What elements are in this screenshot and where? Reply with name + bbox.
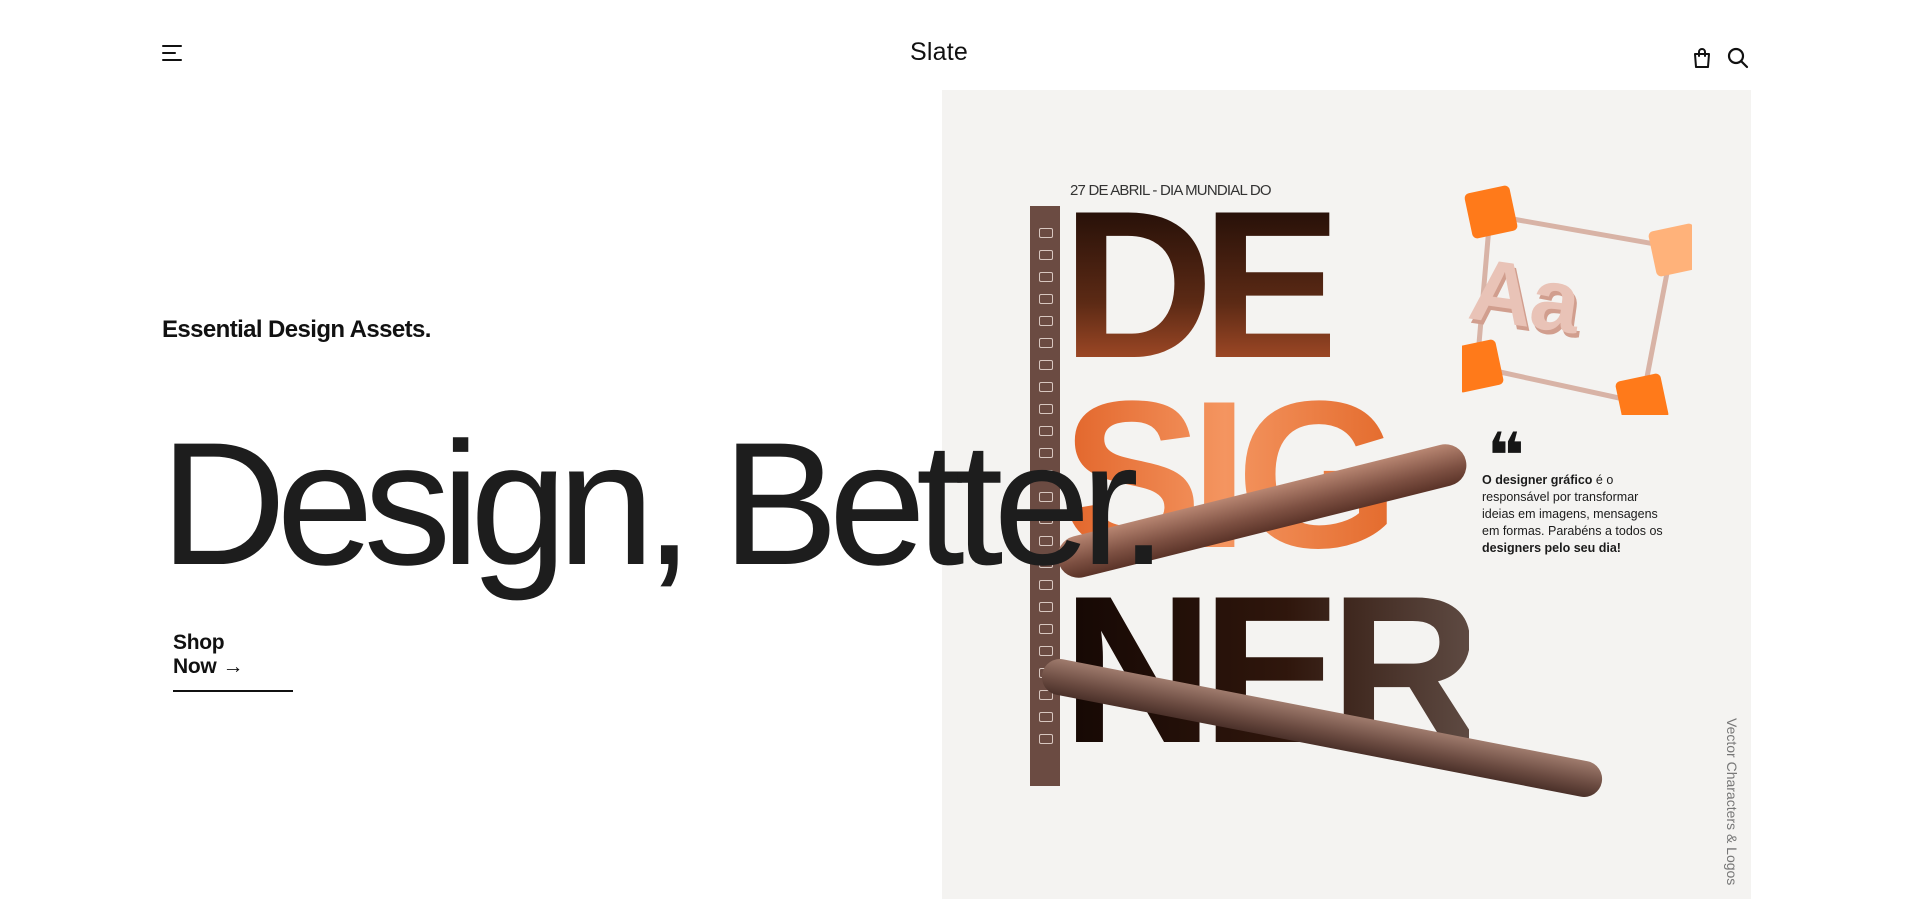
- arrow-right-icon: →: [222, 655, 244, 678]
- artboard-glyphs: Aa: [1463, 238, 1585, 353]
- hamburger-menu-icon[interactable]: [162, 45, 182, 61]
- vertical-credit-label: Vector Characters & Logos: [1724, 718, 1740, 886]
- search-icon[interactable]: [1726, 46, 1750, 70]
- artwork-word-de: DE: [1062, 167, 1342, 402]
- artwork-quote: O designer gráfico é o responsável por t…: [1482, 472, 1672, 557]
- hero-headline: Design, Better.: [160, 407, 1168, 602]
- shop-now-label: Shop Now: [173, 631, 225, 678]
- quote-bold-lead: O designer gráfico: [1482, 473, 1593, 487]
- quote-bold-tail: designers pelo seu dia!: [1482, 541, 1621, 555]
- shopping-bag-icon[interactable]: [1690, 46, 1714, 70]
- hero-tagline: Essential Design Assets.: [162, 316, 431, 343]
- site-header: Slate: [0, 0, 1905, 90]
- site-logo[interactable]: Slate: [910, 38, 968, 67]
- shop-now-button[interactable]: Shop Now →: [173, 631, 293, 692]
